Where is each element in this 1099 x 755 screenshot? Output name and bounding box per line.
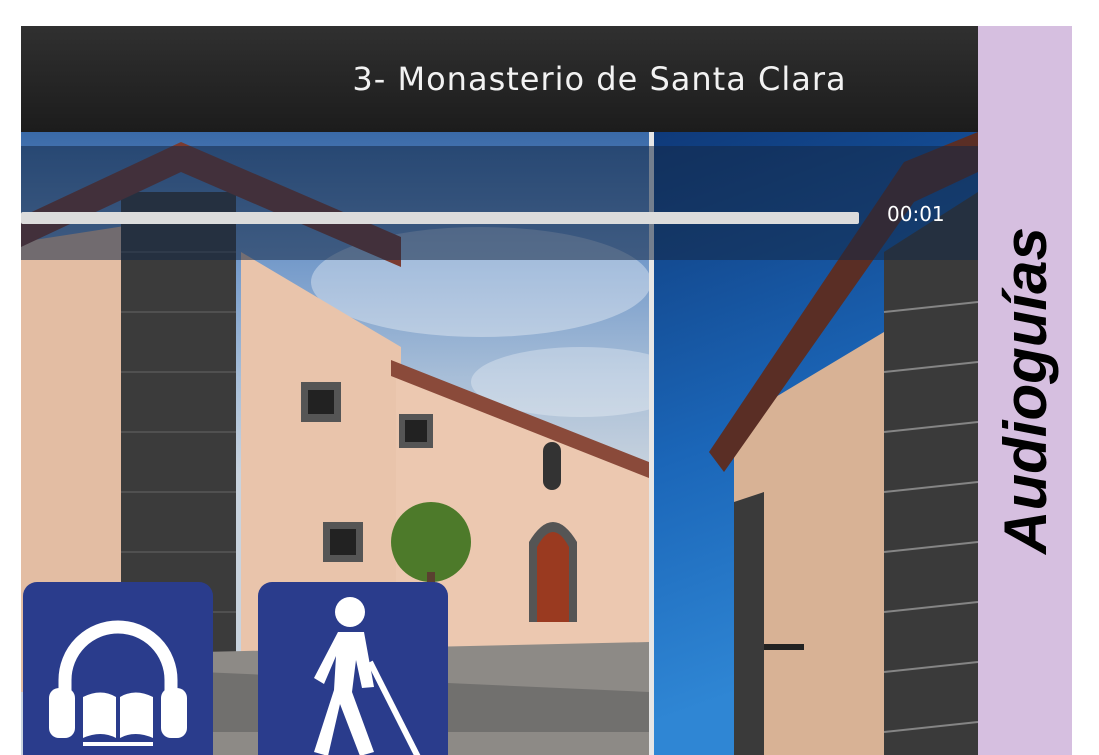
monastery-photo: 00:01 [21,132,978,755]
accessibility-button[interactable] [258,582,448,755]
elapsed-time: 00:01 [887,202,945,226]
headphones-book-icon [49,620,187,746]
player-bar: 00:01 [21,146,978,260]
title-bar: 3- Monasterio de Santa Clara [21,26,978,132]
audioguide-button[interactable] [23,582,213,755]
blind-person-cane-icon [314,597,421,755]
audio-progress-bar[interactable] [21,212,859,224]
audioguide-screen: 3- Monasterio de Santa Clara 00:01 [21,26,978,755]
page-title: 3- Monasterio de Santa Clara [352,60,847,98]
audioguides-sidebar[interactable]: Audioguías [978,26,1072,755]
sidebar-label: Audioguías [991,227,1059,554]
